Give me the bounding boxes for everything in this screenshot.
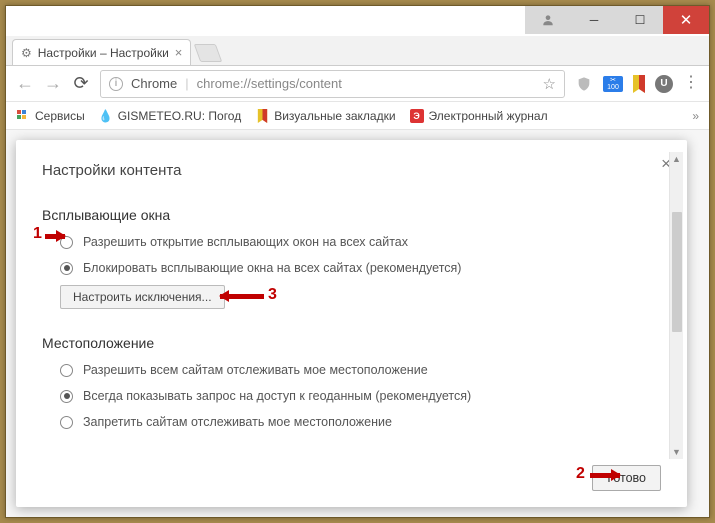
apps-shortcut[interactable]: Сервисы <box>16 109 85 123</box>
tab-title: Настройки – Настройки <box>38 46 169 60</box>
popup-allow-option[interactable]: Разрешить открытие всплывающих окон на в… <box>60 235 661 249</box>
journal-icon: Э <box>410 109 424 123</box>
popups-section-title: Всплывающие окна <box>42 207 661 223</box>
tab-strip: ⚙ Настройки – Настройки × <box>6 36 709 66</box>
url-text: chrome://settings/content <box>197 76 342 91</box>
content-settings-dialog: Настройки контента × ▲ ▼ Всплывающие окн… <box>16 140 687 507</box>
location-radio-group: Разрешить всем сайтам отслеживать мое ме… <box>42 363 661 429</box>
scroll-down-icon[interactable]: ▼ <box>670 445 683 459</box>
content-area: Настройки контента × ▲ ▼ Всплывающие окн… <box>6 130 709 517</box>
bookmark-flag-icon <box>255 109 269 123</box>
location-ask-option[interactable]: Всегда показывать запрос на доступ к гео… <box>60 389 661 403</box>
popup-exceptions-button[interactable]: Настроить исключения... <box>60 285 225 309</box>
popups-radio-group: Разрешить открытие всплывающих окон на в… <box>42 235 661 275</box>
location-allow-option[interactable]: Разрешить всем сайтам отслеживать мое ме… <box>60 363 661 377</box>
toolbar: ← → ⟳ i Chrome | chrome://settings/conte… <box>6 66 709 102</box>
window-close-button[interactable]: ✕ <box>663 6 709 34</box>
profile-button[interactable] <box>525 6 571 34</box>
reload-button[interactable]: ⟳ <box>72 73 90 94</box>
bookmark-journal[interactable]: Э Электронный журнал <box>410 109 548 123</box>
bookmarks-bar: Сервисы 💧 GISMETEO.RU: Погод Визуальные … <box>6 102 709 130</box>
location-block-option[interactable]: Запретить сайтам отслеживать мое местопо… <box>60 415 661 429</box>
radio-icon <box>60 236 73 249</box>
radio-icon <box>60 416 73 429</box>
maximize-button[interactable]: ☐ <box>617 6 663 34</box>
gear-icon: ⚙ <box>21 46 32 60</box>
dialog-footer: Готово <box>42 457 661 491</box>
dialog-scrollbar[interactable]: ▲ ▼ <box>669 152 683 459</box>
shield-icon[interactable] <box>575 75 593 93</box>
radio-icon <box>60 262 73 275</box>
tab-settings[interactable]: ⚙ Настройки – Настройки × <box>12 39 191 65</box>
bookmarks-overflow[interactable]: » <box>692 109 699 123</box>
scroll-thumb[interactable] <box>672 212 682 332</box>
bookmark-visual[interactable]: Визуальные закладки <box>255 109 395 123</box>
address-bar[interactable]: i Chrome | chrome://settings/content ☆ <box>100 70 565 98</box>
browser-window: ─ ☐ ✕ ⚙ Настройки – Настройки × ← → ⟳ i … <box>5 5 710 518</box>
apps-icon <box>16 109 30 123</box>
window-titlebar: ─ ☐ ✕ <box>6 6 709 36</box>
bookmark-gismeteo[interactable]: 💧 GISMETEO.RU: Погод <box>99 109 242 123</box>
forward-button: → <box>44 73 62 94</box>
back-button[interactable]: ← <box>16 73 34 94</box>
minimize-button[interactable]: ─ <box>571 6 617 34</box>
done-button[interactable]: Готово <box>592 465 661 491</box>
chrome-menu-button[interactable]: ⋮ <box>683 81 699 86</box>
scheme-label: Chrome <box>131 76 177 91</box>
radio-icon <box>60 364 73 377</box>
dialog-body: Всплывающие окна Разрешить открытие вспл… <box>42 197 661 457</box>
bookmark-star-icon[interactable]: ☆ <box>543 75 556 93</box>
radio-icon <box>60 390 73 403</box>
new-tab-button[interactable] <box>194 44 223 62</box>
extensions-area: ✂100 U ⋮ <box>575 75 699 93</box>
tab-close-icon[interactable]: × <box>175 45 183 60</box>
ublock-icon[interactable]: U <box>655 75 673 93</box>
location-section-title: Местоположение <box>42 335 661 351</box>
scroll-up-icon[interactable]: ▲ <box>670 152 683 166</box>
site-info-icon[interactable]: i <box>109 77 123 91</box>
popup-block-option[interactable]: Блокировать всплывающие окна на всех сай… <box>60 261 661 275</box>
webclipper-icon[interactable]: ✂100 <box>603 76 623 92</box>
bookmark-flag-icon[interactable] <box>633 75 645 93</box>
dialog-title: Настройки контента <box>42 162 661 179</box>
droplet-icon: 💧 <box>99 109 113 123</box>
